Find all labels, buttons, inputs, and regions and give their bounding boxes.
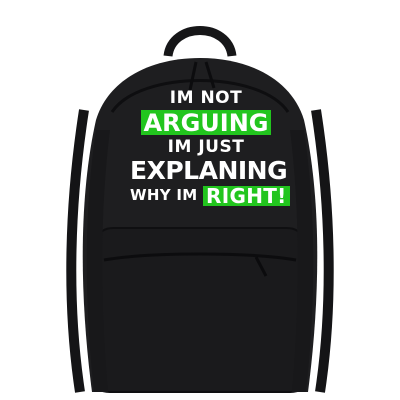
slogan-line-2: ARGUING <box>130 110 282 135</box>
highlight-right: RIGHT! <box>203 186 290 206</box>
handle-loop <box>163 26 237 58</box>
slogan-line-5: WHY IM RIGHT! <box>130 186 290 206</box>
slogan-line-3: IM JUST <box>167 137 245 157</box>
slogan-line-5-prefix: WHY IM <box>130 186 198 204</box>
slogan-line-1: IM NOT <box>169 88 243 108</box>
right-strap <box>311 109 334 393</box>
left-strap <box>66 109 89 393</box>
printed-slogan: IM NOT ARGUING IM JUST EXPLANING WHY IM … <box>130 88 290 206</box>
slogan-line-4: EXPLANING <box>130 156 288 185</box>
product-photo: IM NOT ARGUING IM JUST EXPLANING WHY IM … <box>0 0 400 400</box>
highlight-arguing: ARGUING <box>140 110 272 135</box>
